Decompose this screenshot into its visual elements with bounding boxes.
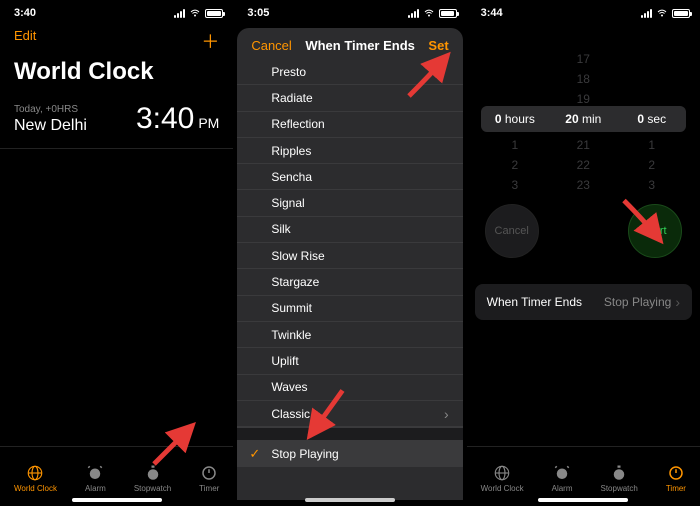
sound-option[interactable]: Radiate [237,85,462,111]
status-time: 3:44 [481,7,503,19]
status-time: 3:40 [14,7,36,19]
page-title: World Clock [0,54,233,96]
sound-list[interactable]: Presto Radiate Reflection Ripples Sencha… [237,59,462,500]
tab-timer[interactable]: Timer [199,464,219,493]
wifi-icon [423,7,435,19]
cancel-button[interactable]: Cancel [485,204,539,258]
battery-icon [672,9,690,18]
ends-value: Stop Playing [604,294,680,310]
clock-meta: Today, +0HRS [14,104,87,115]
tab-alarm[interactable]: Alarm [552,464,573,493]
screenshot-timer-sound-picker: 3:05 Cancel When Timer Ends Set Presto R… [233,0,466,506]
sound-picker-sheet: Cancel When Timer Ends Set Presto Radiat… [237,28,462,500]
list-divider [237,427,462,441]
stopwatch-icon [610,464,628,482]
sound-option[interactable]: Ripples [237,138,462,164]
home-indicator[interactable] [538,498,628,502]
timer-icon [200,464,218,482]
sound-option[interactable]: Twinkle [237,322,462,348]
world-clock-row[interactable]: Today, +0HRS New Delhi 3:40PM [0,96,233,149]
status-bar: 3:05 [233,0,466,22]
status-bar: 3:40 [0,0,233,22]
tab-stopwatch[interactable]: Stopwatch [134,464,171,493]
sound-option[interactable]: Silk [237,217,462,243]
edit-button[interactable]: Edit [14,28,36,54]
wifi-icon [189,7,201,19]
sound-option[interactable]: Slow Rise [237,243,462,269]
add-clock-button[interactable]: ＋ [201,28,219,54]
globe-icon [493,464,511,482]
cancel-button[interactable]: Cancel [251,38,291,53]
signal-icon [408,9,419,18]
tab-stopwatch[interactable]: Stopwatch [600,464,637,493]
set-button[interactable]: Set [428,38,448,53]
status-right [174,7,223,19]
sound-option[interactable]: Sencha [237,164,462,190]
signal-icon [641,9,652,18]
min-value: 20 min [549,112,617,126]
home-indicator[interactable] [72,498,162,502]
status-bar: 3:44 [467,0,700,22]
sound-option[interactable]: Waves [237,375,462,401]
sound-option[interactable]: Stargaze [237,269,462,295]
tab-bar: World Clock Alarm Stopwatch Timer [467,446,700,506]
sheet-title: When Timer Ends [305,38,415,53]
clock-info: Today, +0HRS New Delhi [14,104,87,135]
battery-icon [439,9,457,18]
tab-alarm[interactable]: Alarm [85,464,106,493]
sound-option[interactable]: Uplift [237,348,462,374]
screenshot-timer: 3:44 1 2 3 17 18 19 21 22 23 1 [467,0,700,506]
tab-world-clock[interactable]: World Clock [481,464,524,493]
picker-selection-bar: 0 hours 20 min 0 sec [481,106,686,132]
wifi-icon [656,7,668,19]
sec-value: 0 sec [618,112,686,126]
sound-option[interactable]: Signal [237,190,462,216]
tab-timer[interactable]: Timer [666,464,686,493]
signal-icon [174,9,185,18]
ends-label: When Timer Ends [487,295,582,309]
tab-bar: World Clock Alarm Stopwatch Timer [0,446,233,506]
home-indicator[interactable] [305,498,395,502]
tab-world-clock[interactable]: World Clock [14,464,57,493]
sound-option[interactable]: Presto [237,59,462,85]
when-timer-ends-row[interactable]: When Timer Ends Stop Playing [475,284,692,320]
globe-icon [26,464,44,482]
status-right [408,7,457,19]
nav-row: Edit ＋ [0,22,233,54]
sound-option-classic[interactable]: Classic [237,401,462,427]
timer-icon [667,464,685,482]
clock-time: 3:40PM [136,102,219,136]
sound-option[interactable]: Summit [237,296,462,322]
timer-actions: Cancel Start [467,182,700,280]
clock-city: New Delhi [14,117,87,135]
hours-value: 0 hours [481,112,549,126]
sheet-header: Cancel When Timer Ends Set [237,28,462,59]
start-button[interactable]: Start [628,204,682,258]
checkmark-icon: ✓ [249,446,260,462]
alarm-icon [86,464,104,482]
duration-picker[interactable]: 1 2 3 17 18 19 21 22 23 1 2 3 0 hours 20… [481,62,686,182]
alarm-icon [553,464,571,482]
status-time: 3:05 [247,7,269,19]
stop-playing-option[interactable]: ✓ Stop Playing [237,441,462,467]
screenshot-world-clock: 3:40 Edit ＋ World Clock Today, +0HRS New… [0,0,233,506]
battery-icon [205,9,223,18]
status-right [641,7,690,19]
sound-option[interactable]: Reflection [237,112,462,138]
stopwatch-icon [144,464,162,482]
